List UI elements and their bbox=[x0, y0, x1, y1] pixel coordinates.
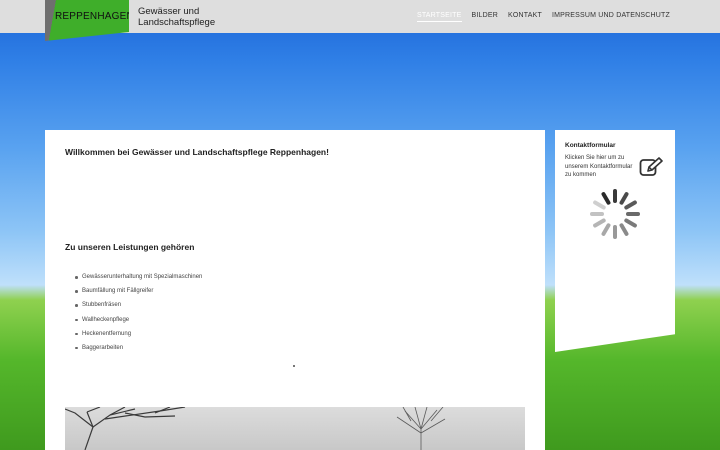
list-item: Wallheckenpflege bbox=[74, 317, 202, 331]
logo[interactable]: REPPENHAGEN bbox=[45, 0, 129, 41]
list-item: Stubbenfräsen bbox=[74, 302, 202, 316]
nav-item-startseite[interactable]: STARTSEITE bbox=[416, 12, 462, 22]
contact-sidebar: Kontaktformular Klicken Sie hier um zu u… bbox=[555, 130, 675, 352]
list-item: Baggerarbeiten bbox=[74, 345, 202, 359]
trees-photo bbox=[65, 407, 525, 450]
nav-item-bilder[interactable]: BILDER bbox=[472, 12, 499, 22]
logo-text: REPPENHAGEN bbox=[55, 11, 134, 22]
services-heading: Zu unseren Leistungen gehören bbox=[65, 242, 195, 252]
list-item: Heckenentfernung bbox=[74, 331, 202, 345]
main-content: Willkommen bei Gewässer und Landschaftsp… bbox=[45, 130, 545, 450]
welcome-heading: Willkommen bei Gewässer und Landschaftsp… bbox=[65, 147, 329, 157]
site-title[interactable]: Gewässer und Landschaftspflege bbox=[138, 6, 228, 28]
contact-form-link[interactable]: Klicken Sie hier um zu unserem Kontaktfo… bbox=[565, 154, 633, 180]
nav-item-impressum[interactable]: IMPRESSUM UND DATENSCHUTZ bbox=[552, 12, 670, 22]
header-bar: REPPENHAGEN Gewässer und Landschaftspfle… bbox=[0, 0, 720, 41]
main-nav: STARTSEITE BILDER KONTAKT IMPRESSUM UND … bbox=[416, 12, 670, 22]
list-item: Baumfällung mit Fällgreifer bbox=[74, 288, 202, 302]
contact-form-title: Kontaktformular bbox=[565, 142, 616, 149]
loading-spinner-icon bbox=[590, 189, 640, 239]
edit-icon[interactable] bbox=[639, 157, 663, 179]
services-list: Gewässerunterhaltung mit Spezialmaschine… bbox=[74, 274, 202, 359]
nav-item-kontakt[interactable]: KONTAKT bbox=[508, 12, 542, 22]
list-item: Gewässerunterhaltung mit Spezialmaschine… bbox=[74, 274, 202, 288]
divider-dot bbox=[293, 365, 295, 367]
